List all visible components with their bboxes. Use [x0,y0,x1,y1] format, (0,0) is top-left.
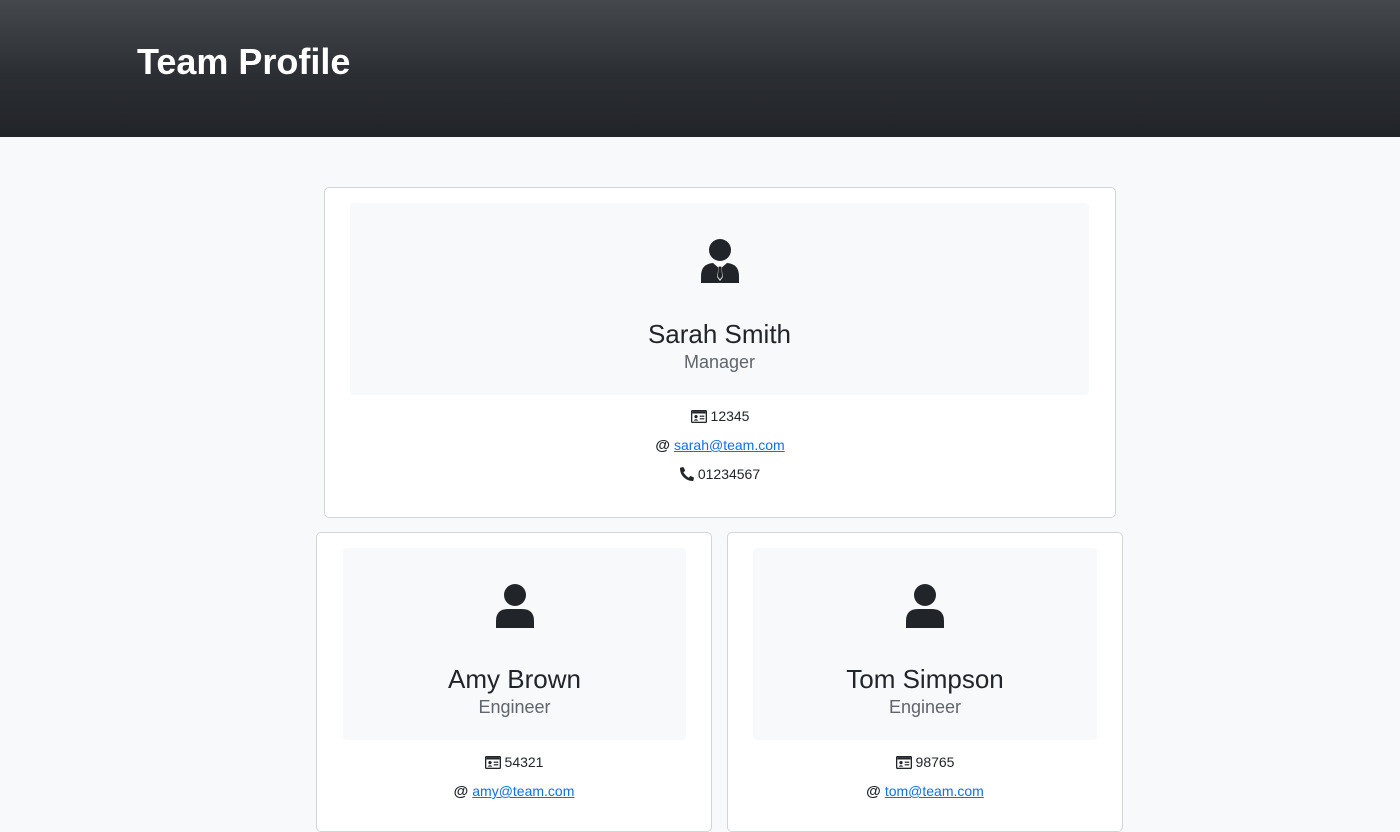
card-header: Sarah Smith Manager [350,203,1089,395]
employee-phone: 01234567 [697,466,761,482]
employee-id: 98765 [915,754,955,770]
employee-phone-row: 01234567 [325,465,1115,483]
user-tie-icon [700,239,739,283]
page-header: Team Profile [0,0,1400,137]
employee-id: 12345 [710,408,750,424]
employee-name: Amy Brown [448,664,581,694]
employee-id-row: 98765 [728,753,1122,771]
id-card-icon [895,756,912,769]
employee-email-row: @ tom@team.com [728,782,1122,801]
page-title: Team Profile [137,41,351,82]
id-card-icon [484,756,501,769]
id-card-icon [690,410,707,423]
user-icon [906,584,944,628]
employee-card-engineer: Amy Brown Engineer 54321 @ amy@team.com [316,532,712,832]
employee-role: Engineer [478,697,551,717]
at-icon: @ [866,783,881,800]
employee-email-link[interactable]: sarah@team.com [674,437,785,453]
employee-id: 54321 [504,754,544,770]
employee-id-row: 12345 [325,407,1115,425]
employee-email-link[interactable]: tom@team.com [885,783,984,799]
employee-id-row: 54321 [317,753,711,771]
card-header: Amy Brown Engineer [343,548,686,740]
employee-email-row: @ amy@team.com [317,782,711,801]
employee-email-row: @ sarah@team.com [325,436,1115,455]
employee-card-manager: Sarah Smith Manager 12345 @ sarah@team.co… [324,187,1116,518]
employee-role: Manager [683,352,756,372]
employee-email-link[interactable]: amy@team.com [472,783,574,799]
at-icon: @ [655,437,670,454]
employee-name: Tom Simpson [846,664,1004,694]
card-header: Tom Simpson Engineer [753,548,1097,740]
employee-role: Engineer [888,697,962,717]
at-icon: @ [453,783,469,800]
employee-name: Sarah Smith [647,319,792,349]
user-icon [495,584,534,628]
phone-icon [679,467,694,481]
employee-card-engineer: Tom Simpson Engineer 98765 @ tom@team.com [727,532,1123,832]
